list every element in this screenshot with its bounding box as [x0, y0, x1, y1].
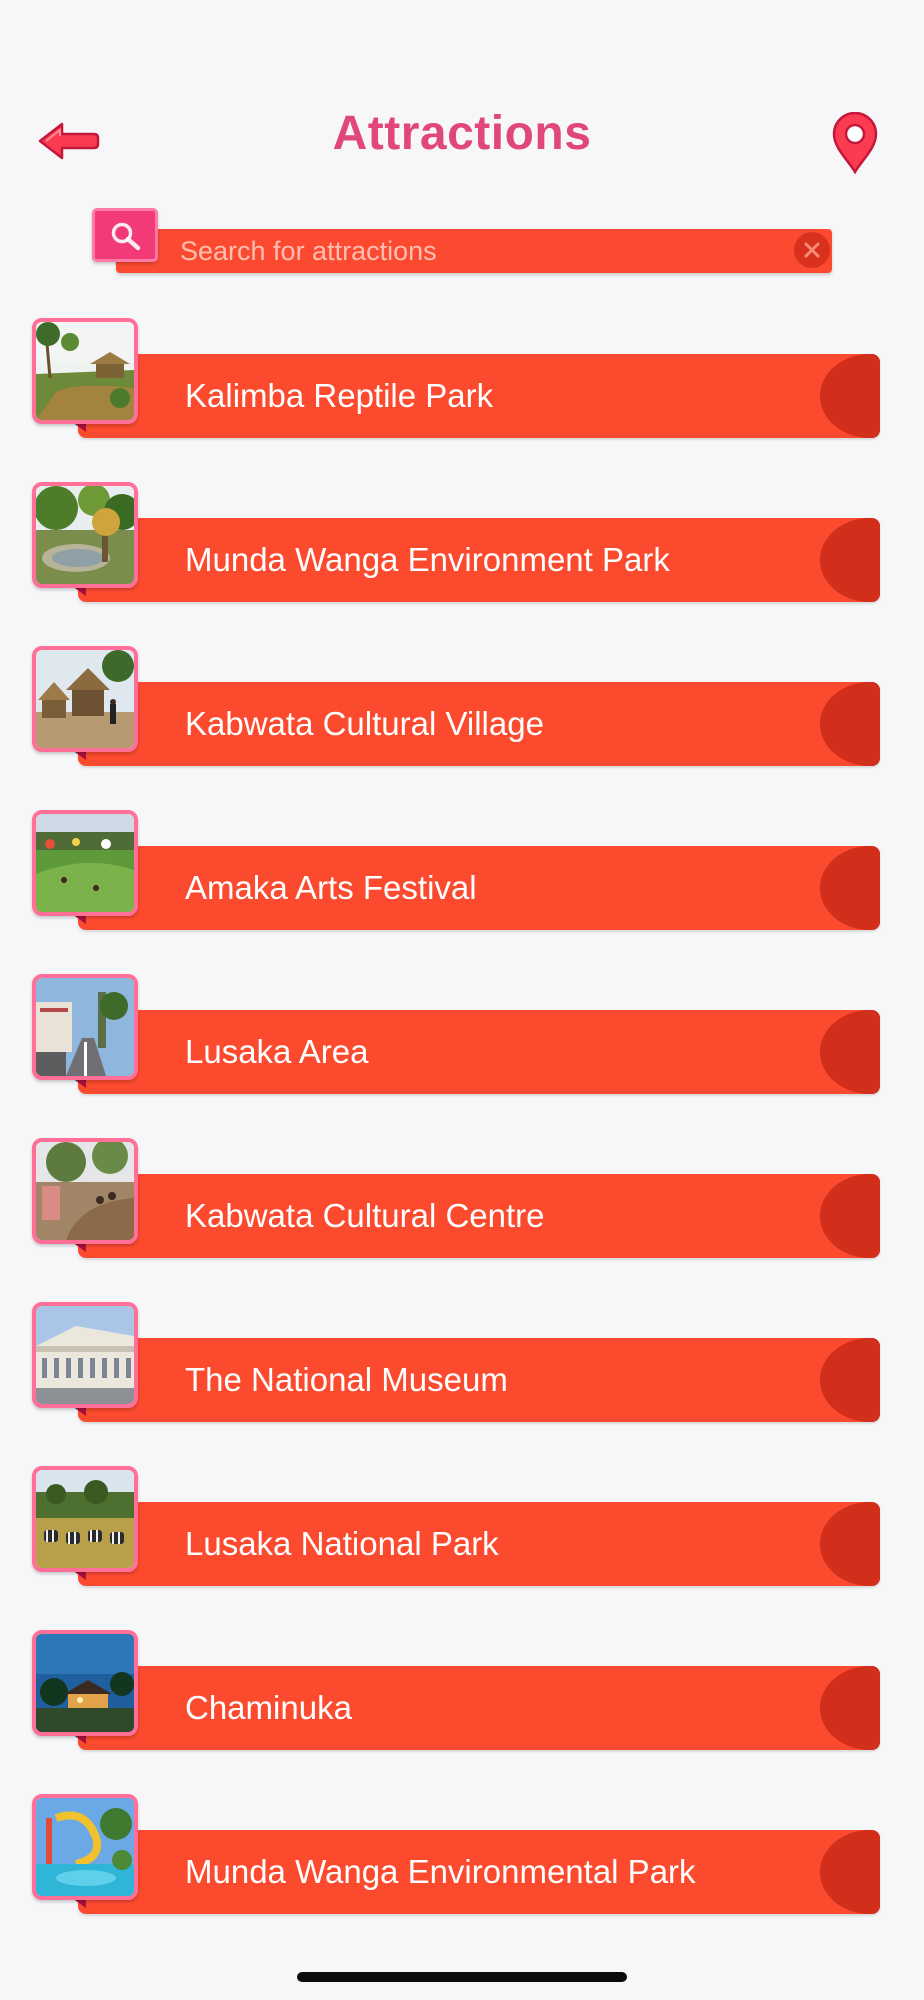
clear-search-button[interactable] — [794, 232, 830, 268]
list-item[interactable]: Amaka Arts Festival — [32, 810, 880, 930]
list-item[interactable]: Lusaka Area — [32, 974, 880, 1094]
attraction-name: Munda Wanga Environment Park — [185, 541, 670, 578]
attraction-thumbnail — [32, 646, 138, 752]
attraction-name: Kabwata Cultural Village — [185, 705, 544, 742]
attraction-thumbnail — [32, 810, 138, 916]
list-item[interactable]: Lusaka National Park — [32, 1466, 880, 1586]
attraction-name: Chaminuka — [185, 1689, 352, 1726]
search-bar — [116, 229, 832, 273]
banner-knob — [820, 1666, 880, 1750]
banner-knob — [820, 1502, 880, 1586]
magnifier-icon — [111, 222, 141, 251]
top-bar: Attractions — [0, 100, 924, 180]
map-pin-icon — [832, 111, 878, 175]
list-item[interactable]: Kabwata Cultural Village — [32, 646, 880, 766]
attraction-name: Munda Wanga Environmental Park — [185, 1853, 696, 1890]
banner-knob — [820, 1010, 880, 1094]
attraction-thumbnail — [32, 1794, 138, 1900]
attraction-thumbnail — [32, 1466, 138, 1572]
list-item[interactable]: Munda Wanga Environment Park — [32, 482, 880, 602]
home-indicator[interactable] — [297, 1972, 627, 1982]
search-input[interactable] — [180, 229, 760, 273]
banner-knob — [820, 1174, 880, 1258]
attraction-thumbnail — [32, 318, 138, 424]
search-field — [92, 208, 834, 278]
attraction-name: Lusaka National Park — [185, 1525, 499, 1562]
attraction-thumbnail — [32, 1302, 138, 1408]
attraction-thumbnail — [32, 1630, 138, 1736]
list-item[interactable]: Kabwata Cultural Centre — [32, 1138, 880, 1258]
banner-knob — [820, 354, 880, 438]
list-item[interactable]: Munda Wanga Environmental Park — [32, 1794, 880, 1914]
attraction-thumbnail — [32, 1138, 138, 1244]
search-button[interactable] — [92, 208, 158, 262]
list-item[interactable]: The National Museum — [32, 1302, 880, 1422]
attraction-thumbnail — [32, 482, 138, 588]
banner-knob — [820, 682, 880, 766]
list-item[interactable]: Kalimba Reptile Park — [32, 318, 880, 438]
banner-knob — [820, 518, 880, 602]
list-item[interactable]: Chaminuka — [32, 1630, 880, 1750]
attraction-name: Kabwata Cultural Centre — [185, 1197, 545, 1234]
attraction-thumbnail — [32, 974, 138, 1080]
attraction-name: Kalimba Reptile Park — [185, 377, 494, 414]
attraction-name: Amaka Arts Festival — [185, 869, 477, 906]
attraction-name: Lusaka Area — [185, 1033, 369, 1070]
map-button[interactable] — [828, 111, 882, 175]
attraction-name: The National Museum — [185, 1361, 508, 1398]
banner-knob — [820, 1338, 880, 1422]
banner-knob — [820, 1830, 880, 1914]
close-icon — [804, 242, 820, 258]
page-title: Attractions — [332, 107, 592, 160]
banner-knob — [820, 846, 880, 930]
